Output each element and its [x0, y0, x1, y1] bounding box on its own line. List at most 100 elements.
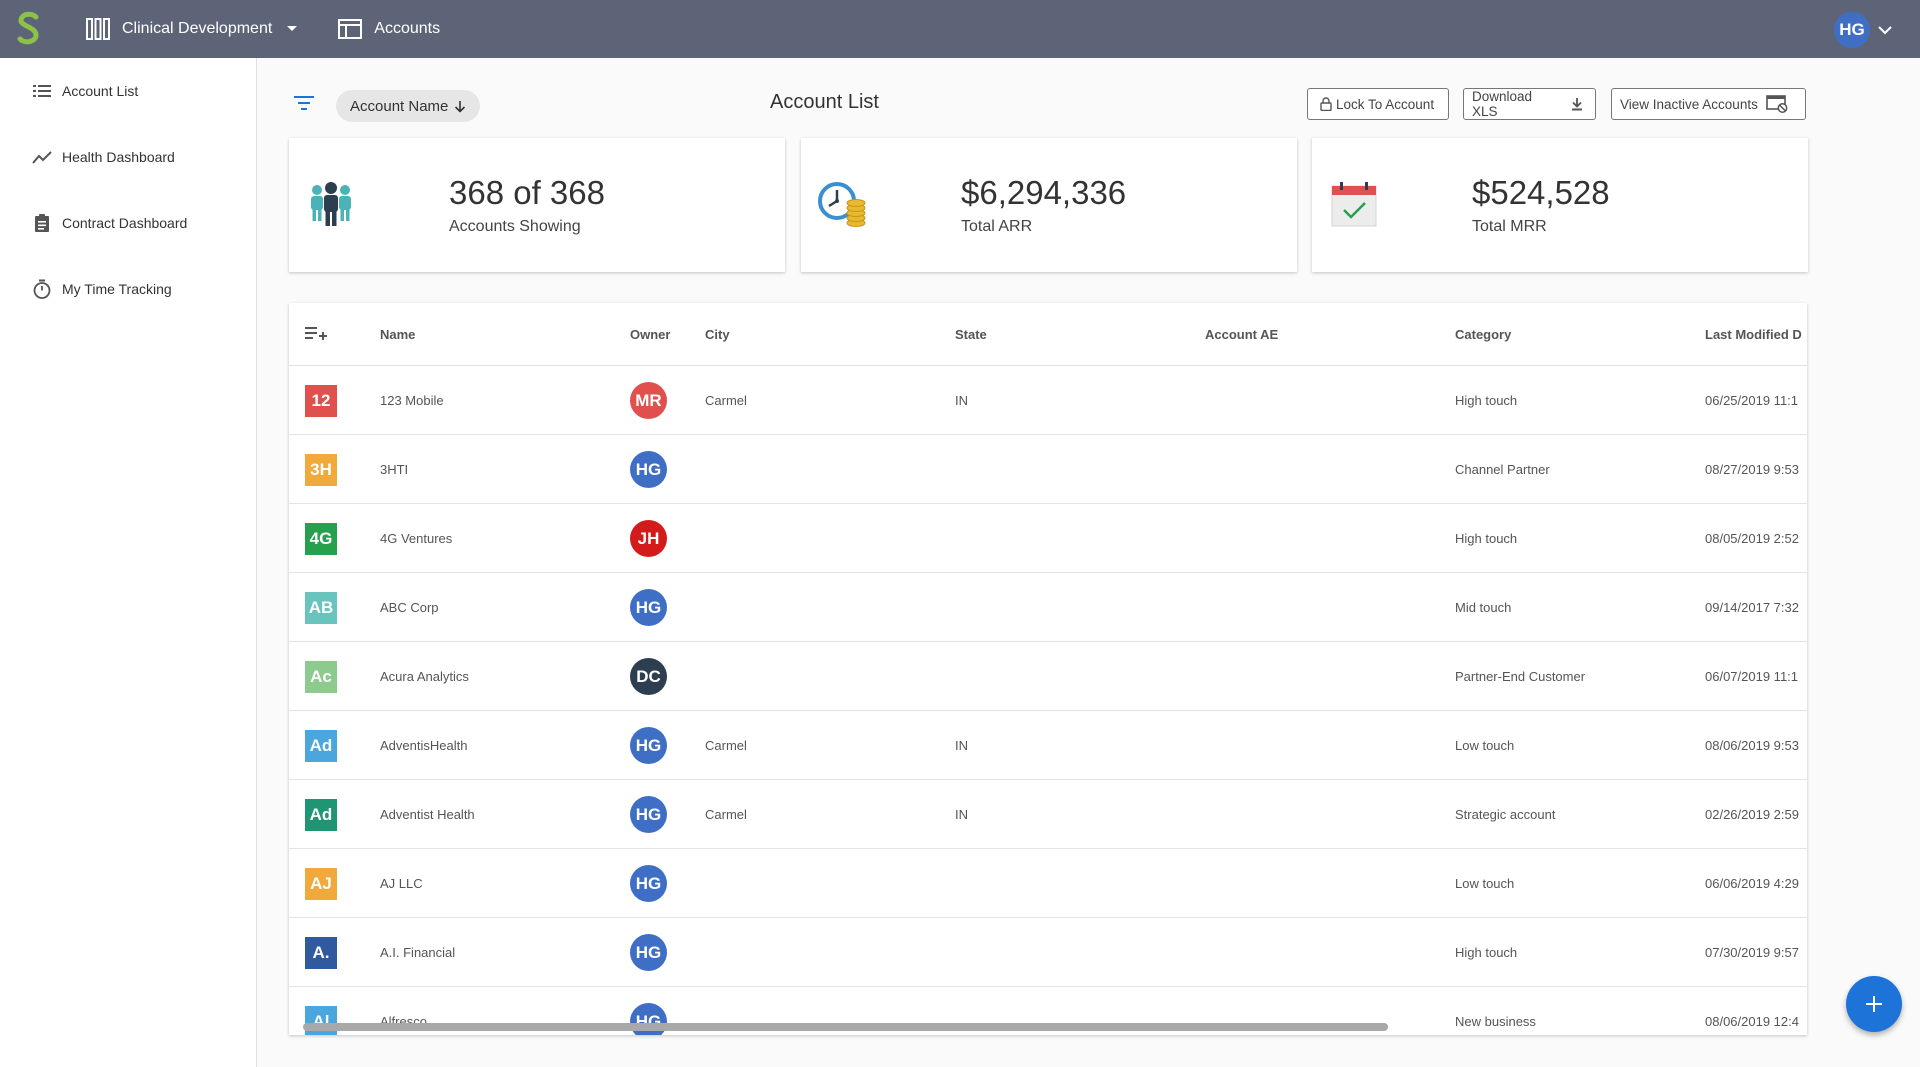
sort-chip[interactable]: Account Name [336, 90, 481, 122]
horizontal-scrollbar[interactable] [303, 1023, 1388, 1031]
lock-icon [1320, 97, 1332, 111]
state-cell: IN [955, 393, 968, 408]
sidebar: Account List Health Dashboard Contract D… [0, 58, 257, 1067]
workspace-selector[interactable]: Clinical Development [86, 18, 298, 40]
download-button-label: Download XLS [1472, 89, 1533, 119]
owner-avatar: HG [630, 865, 667, 902]
column-header-city[interactable]: City [705, 303, 730, 366]
account-name-cell: AdventisHealth [380, 738, 468, 753]
account-name-cell: ABC Corp [380, 600, 439, 615]
sidebar-item-label: Account List [62, 83, 139, 99]
owner-avatar: HG [630, 796, 667, 833]
category-cell: High touch [1455, 531, 1518, 546]
category-cell: High touch [1455, 393, 1518, 408]
table-row[interactable]: AB ABC Corp HG Mid touch 09/14/2017 7:32 [289, 573, 1807, 642]
owner-avatar: MR [630, 382, 667, 419]
city-cell: Carmel [705, 393, 747, 408]
account-badge: Ad [305, 730, 337, 762]
people-icon [303, 176, 359, 232]
add-column-icon[interactable] [305, 325, 327, 346]
column-header-last-modified[interactable]: Last Modified D [1705, 303, 1802, 366]
inactive-button-label: View Inactive Accounts [1620, 96, 1758, 112]
calendar-check-icon [1326, 176, 1382, 232]
columns-icon [86, 18, 110, 40]
last-modified-cell: 08/06/2019 12:4 [1705, 1014, 1799, 1029]
list-icon [32, 81, 52, 101]
clock-coins-icon [815, 176, 871, 232]
column-header-state[interactable]: State [955, 303, 987, 366]
city-cell: Carmel [705, 807, 747, 822]
account-badge: Ac [305, 661, 337, 693]
category-cell: Channel Partner [1455, 462, 1550, 477]
account-name-cell: Acura Analytics [380, 669, 469, 684]
clipboard-icon [32, 213, 52, 233]
account-badge: AJ [305, 868, 337, 900]
mrr-stat-card: $524,528 Total MRR [1312, 138, 1808, 272]
accounts-stat-card: 368 of 368 Accounts Showing [289, 138, 785, 272]
view-inactive-accounts-button[interactable]: View Inactive Accounts [1611, 88, 1806, 120]
city-cell: Carmel [705, 738, 747, 753]
column-header-name[interactable]: Name [380, 303, 415, 366]
table-header: Name Owner City State Account AE Categor… [289, 303, 1807, 366]
lock-to-account-button[interactable]: Lock To Account [1307, 88, 1449, 120]
user-avatar: HG [1834, 12, 1870, 48]
last-modified-cell: 06/07/2019 11:1 [1705, 669, 1799, 684]
download-icon [1571, 97, 1583, 111]
table-body: 12 123 Mobile MR Carmel IN High touch 06/25/20… [289, 366, 1807, 1035]
workspace-label: Clinical Development [122, 20, 273, 37]
owner-avatar: HG [630, 451, 667, 488]
column-header-owner[interactable]: Owner [630, 303, 670, 366]
last-modified-cell: 09/14/2017 7:32 [1705, 600, 1799, 615]
last-modified-cell: 08/27/2019 9:53 [1705, 462, 1799, 477]
account-name-cell: 4G Ventures [380, 531, 453, 546]
sidebar-item-health-dashboard[interactable]: Health Dashboard [0, 124, 256, 190]
sidebar-item-contract-dashboard[interactable]: Contract Dashboard [0, 190, 256, 256]
category-cell: New business [1455, 1014, 1536, 1029]
table-row[interactable]: 3H 3HTI HG Channel Partner 08/27/2019 9:53 [289, 435, 1807, 504]
table-row[interactable]: Ac Acura Analytics DC Partner-End Customer 0… [289, 642, 1807, 711]
account-name-cell: 123 Mobile [380, 393, 444, 408]
arr-stat-card: $6,294,336 Total ARR [801, 138, 1297, 272]
category-cell: Partner-End Customer [1455, 669, 1586, 684]
last-modified-cell: 02/26/2019 2:59 [1705, 807, 1799, 822]
accounts-count-caption: Accounts Showing [449, 218, 581, 235]
logo-s-icon [17, 11, 39, 45]
sidebar-item-label: Health Dashboard [62, 149, 175, 165]
sidebar-item-time-tracking[interactable]: My Time Tracking [0, 256, 256, 322]
sidebar-item-label: Contract Dashboard [62, 215, 188, 231]
column-header-account-ae[interactable]: Account AE [1205, 303, 1278, 366]
download-xls-button[interactable]: Download XLS [1463, 88, 1596, 120]
browser-block-icon [1766, 95, 1788, 113]
filter-icon[interactable] [294, 96, 314, 115]
table-row[interactable]: Ad Adventist Health HG Carmel IN Strategic ac… [289, 780, 1807, 849]
caret-down-icon [287, 26, 298, 31]
lock-button-label: Lock To Account [1336, 96, 1435, 112]
category-cell: Low touch [1455, 876, 1515, 891]
table-row[interactable]: Ad AdventisHealth HG Carmel IN Low touch 08/06… [289, 711, 1807, 780]
total-mrr-caption: Total MRR [1472, 218, 1547, 235]
accounts-table: Name Owner City State Account AE Categor… [289, 303, 1807, 1035]
last-modified-cell: 08/06/2019 9:53 [1705, 738, 1799, 753]
table-row[interactable]: 4G 4G Ventures JH High touch 08/05/2019 2:52 [289, 504, 1807, 573]
category-cell: Low touch [1455, 738, 1515, 753]
user-menu[interactable]: HG [1834, 12, 1892, 48]
owner-avatar: DC [630, 658, 667, 695]
sort-chip-label: Account Name [350, 97, 449, 115]
accounts-count-value: 368 of 368 [449, 174, 605, 211]
state-cell: IN [955, 738, 968, 753]
owner-avatar: HG [630, 934, 667, 971]
app-logo[interactable] [0, 0, 58, 58]
account-name-cell: Adventist Health [380, 807, 475, 822]
table-row[interactable]: 12 123 Mobile MR Carmel IN High touch 06/25/20… [289, 366, 1807, 435]
last-modified-cell: 08/05/2019 2:52 [1705, 531, 1799, 546]
sidebar-item-account-list[interactable]: Account List [0, 58, 256, 124]
table-icon [338, 19, 363, 39]
table-row[interactable]: A. A.I. Financial HG High touch 07/30/2019 9… [289, 918, 1807, 987]
accounts-nav-link[interactable]: Accounts [338, 19, 440, 39]
column-header-category[interactable]: Category [1455, 303, 1511, 366]
add-account-button[interactable] [1846, 976, 1902, 1032]
trending-icon [32, 147, 52, 167]
page-title: Account List [770, 91, 879, 113]
table-row[interactable]: AJ AJ LLC HG Low touch 06/06/2019 4:29 [289, 849, 1807, 918]
last-modified-cell: 06/25/2019 11:1 [1705, 393, 1799, 408]
